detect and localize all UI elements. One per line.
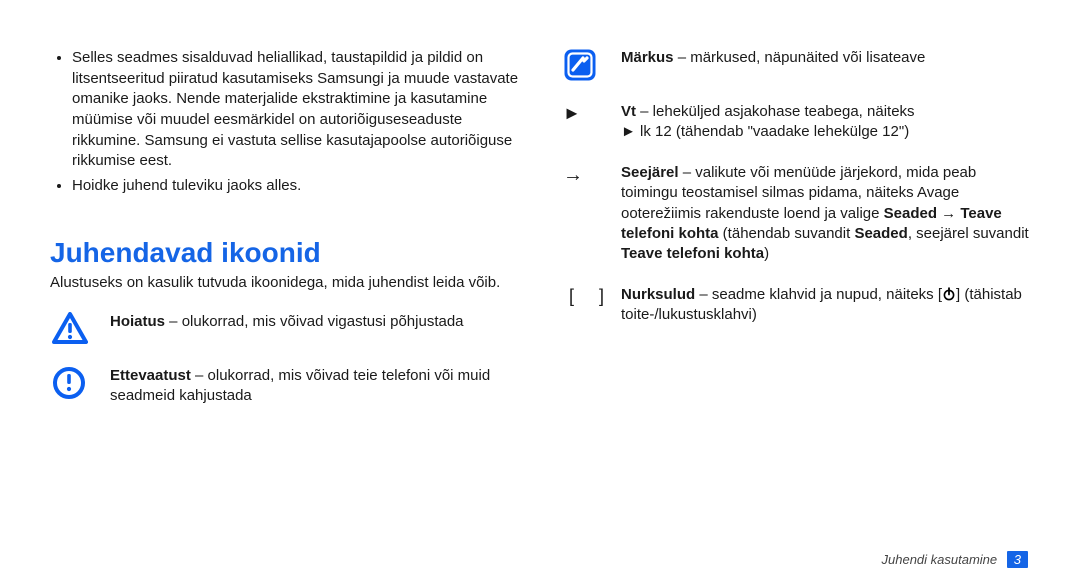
see-text: Vt – leheküljed asjakohase teabega, näit…	[621, 102, 1030, 143]
caution-icon	[50, 366, 110, 400]
page-footer: Juhendi kasutamine 3	[882, 551, 1029, 568]
note-list: Selles seadmes sisalduvad heliallikad, t…	[50, 48, 519, 201]
sequence-text: Seejärel – valikute või menüüde järjekor…	[621, 163, 1030, 265]
row-brackets: [ ] Nurksulud – seadme klahvid ja nupud,…	[561, 285, 1030, 326]
caution-text: Ettevaatust – olukorrad, mis võivad teie…	[110, 366, 519, 407]
row-see: ► Vt – leheküljed asjakohase teabega, nä…	[561, 102, 1030, 143]
warning-text: Hoiatus – olukorrad, mis võivad vigastus…	[110, 312, 519, 332]
section-intro: Alustuseks on kasulik tutvuda ikoonidega…	[50, 273, 519, 294]
arrow-icon: →	[561, 163, 621, 185]
warning-icon	[50, 312, 110, 346]
note-icon	[561, 48, 621, 82]
column-right: Märkus – märkused, näpunäited või lisate…	[561, 48, 1030, 576]
note-text: Märkus – märkused, näpunäited või lisate…	[621, 48, 1030, 68]
section-heading: Juhendavad ikoonid	[50, 237, 519, 269]
brackets-text: Nurksulud – seadme klahvid ja nupud, näi…	[621, 285, 1030, 326]
footer-text: Juhendi kasutamine	[882, 552, 998, 567]
row-sequence: → Seejärel – valikute või menüüde järjek…	[561, 163, 1030, 265]
page-content: Selles seadmes sisalduvad heliallikad, t…	[0, 0, 1080, 586]
list-item: Selles seadmes sisalduvad heliallikad, t…	[72, 48, 519, 172]
power-icon	[942, 287, 956, 301]
row-caution: Ettevaatust – olukorrad, mis võivad teie…	[50, 366, 519, 407]
row-warning: Hoiatus – olukorrad, mis võivad vigastus…	[50, 312, 519, 346]
page-number: 3	[1007, 551, 1028, 568]
play-icon: ►	[561, 102, 621, 122]
column-left: Selles seadmes sisalduvad heliallikad, t…	[50, 48, 519, 576]
list-item: Hoidke juhend tuleviku jaoks alles.	[72, 176, 519, 197]
brackets-icon: [ ]	[561, 285, 621, 305]
row-note: Märkus – märkused, näpunäited või lisate…	[561, 48, 1030, 82]
